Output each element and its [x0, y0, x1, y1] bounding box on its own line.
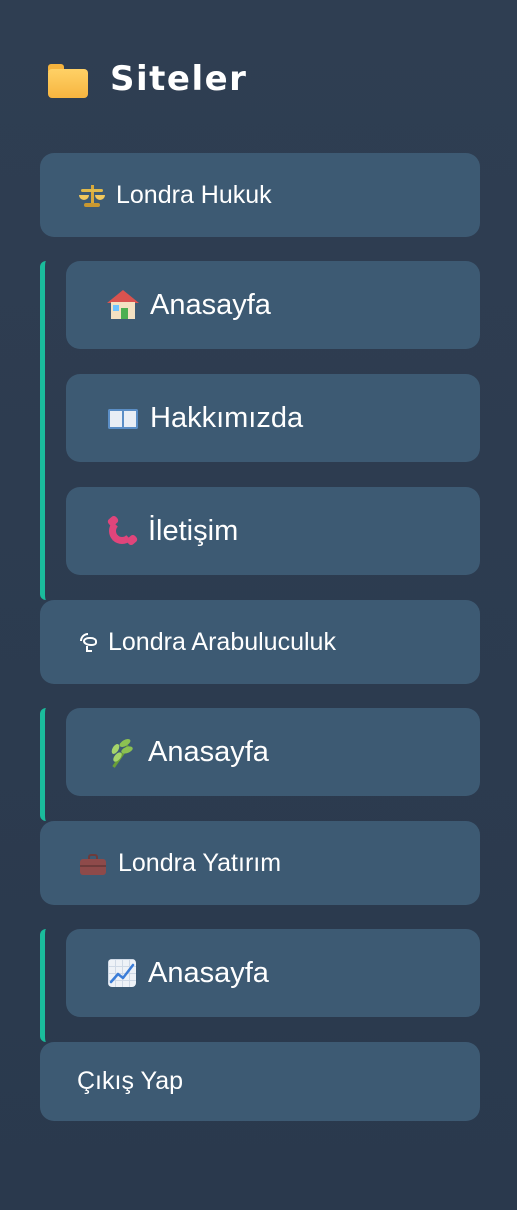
- folder-icon: [46, 60, 88, 98]
- herb-icon: [106, 737, 138, 768]
- page-label: Anasayfa: [148, 735, 269, 768]
- submenu-indicator: [40, 929, 46, 1042]
- site-item-londra-arabuluculuk[interactable]: Londra Arabuluculuk: [40, 600, 480, 684]
- site-label: Londra Hukuk: [116, 180, 272, 209]
- site-item-londra-yatirim[interactable]: Londra Yatırım: [40, 821, 480, 905]
- chart-increasing-icon: [106, 957, 138, 989]
- scale-icon: [78, 181, 106, 209]
- page-label: Hakkımızda: [150, 401, 304, 434]
- submenu-indicator: [40, 708, 46, 821]
- site-label: Londra Arabuluculuk: [108, 627, 336, 656]
- page-item-londra-hukuk-anasayfa[interactable]: Anasayfa: [66, 261, 480, 349]
- house-icon: [106, 290, 140, 320]
- page-label: Anasayfa: [150, 288, 271, 321]
- page-label: İletişim: [148, 514, 239, 547]
- dove-icon: [78, 630, 102, 654]
- sidebar-title: Siteler: [110, 59, 248, 99]
- briefcase-icon: [78, 850, 108, 876]
- page-item-londra-arabuluculuk-anasayfa[interactable]: Anasayfa: [66, 708, 480, 796]
- site-item-londra-hukuk[interactable]: Londra Hukuk: [40, 153, 480, 237]
- logout-label: Çıkış Yap: [77, 1067, 184, 1095]
- phone-icon: [106, 514, 139, 547]
- site-label: Londra Yatırım: [118, 848, 282, 877]
- book-icon: [106, 404, 140, 432]
- sidebar-header: Siteler: [46, 56, 247, 102]
- sidebar: Siteler Londra Hukuk Anasayfa Hakkımızda…: [0, 0, 517, 1210]
- logout-button[interactable]: Çıkış Yap: [40, 1042, 480, 1121]
- page-label: Anasayfa: [148, 956, 269, 989]
- submenu-indicator: [40, 261, 46, 600]
- page-item-iletisim[interactable]: İletişim: [66, 487, 480, 575]
- page-item-londra-yatirim-anasayfa[interactable]: Anasayfa: [66, 929, 480, 1017]
- page-item-hakkimizda[interactable]: Hakkımızda: [66, 374, 480, 462]
